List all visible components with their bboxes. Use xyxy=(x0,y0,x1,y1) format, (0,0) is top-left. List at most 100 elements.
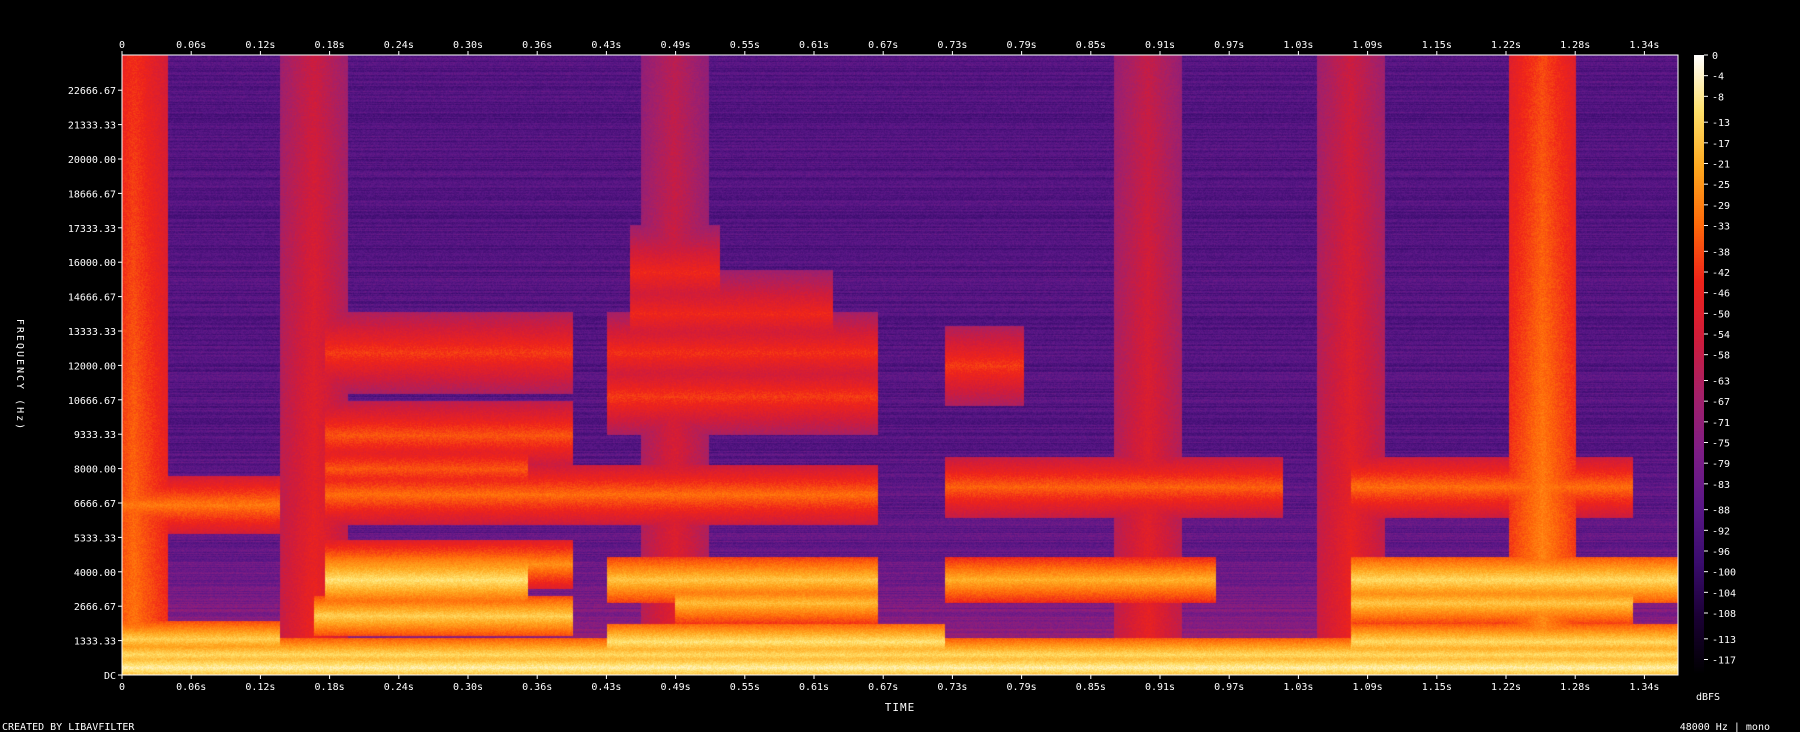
colorbar-tick-label: -88 xyxy=(1712,506,1730,517)
colorbar-tick-label: -38 xyxy=(1712,247,1730,258)
y-tick-label: 1333.33 xyxy=(74,637,116,648)
x-tick-label-bottom: 0.30s xyxy=(453,682,483,693)
x-tick-label-bottom: 0.55s xyxy=(730,682,760,693)
colorbar-tick-label: -21 xyxy=(1712,160,1730,171)
y-tick-label: 2666.67 xyxy=(74,602,116,613)
x-tick-label-top: 0.30s xyxy=(453,40,483,51)
spectrogram-chart: 0 0.06s 0.12s 0.18s 0.24s 0.30s 0.36s 0.43s 0.49… xyxy=(0,0,1800,732)
x-tick-label-bottom: 1.15s xyxy=(1422,682,1452,693)
colorbar xyxy=(1694,55,1704,675)
x-tick-label-bottom: 1.28s xyxy=(1560,682,1590,693)
x-tick-label-bottom: 0.61s xyxy=(799,682,829,693)
x-tick-label-top: 0.43s xyxy=(591,40,621,51)
colorbar-tick-label: -79 xyxy=(1712,459,1730,470)
colorbar-tick-label: -100 xyxy=(1712,568,1736,579)
colorbar-tick-label: -75 xyxy=(1712,439,1730,450)
x-tick-label-top: 0.61s xyxy=(799,40,829,51)
colorbar-tick-label: -113 xyxy=(1712,635,1736,646)
colorbar-tick-label: -92 xyxy=(1712,526,1730,537)
x-tick-label-top: 0.36s xyxy=(522,40,552,51)
y-tick-label: 9333.33 xyxy=(74,430,116,441)
x-tick-label-top: 0.55s xyxy=(730,40,760,51)
colorbar-tick-label: -13 xyxy=(1712,118,1730,129)
x-tick-label-bottom: 0 xyxy=(119,682,125,693)
x-tick-label-bottom: 0.73s xyxy=(937,682,967,693)
x-tick-label-bottom: 1.03s xyxy=(1283,682,1313,693)
colorbar-tick-label: -50 xyxy=(1712,309,1730,320)
colorbar-tick-label: -108 xyxy=(1712,609,1736,620)
y-tick-label: 12000.00 xyxy=(68,361,116,372)
x-tick-label-top: 1.09s xyxy=(1353,40,1383,51)
colorbar-tick-label: -104 xyxy=(1712,588,1736,599)
x-tick-label-top: 0.12s xyxy=(245,40,275,51)
x-tick-label-top: 0.24s xyxy=(384,40,414,51)
x-tick-label-top: 1.34s xyxy=(1629,40,1659,51)
x-tick-label-bottom: 0.91s xyxy=(1145,682,1175,693)
x-tick-label-top: 0.85s xyxy=(1076,40,1106,51)
y-tick-label: 6666.67 xyxy=(74,499,116,510)
colorbar-tick-label: -54 xyxy=(1712,330,1730,341)
x-tick-label-bottom: 0.12s xyxy=(245,682,275,693)
x-tick-label-bottom: 0.43s xyxy=(591,682,621,693)
x-tick-label-top: 0.49s xyxy=(661,40,691,51)
x-tick-label-top: 0.97s xyxy=(1214,40,1244,51)
colorbar-tick-label: -17 xyxy=(1712,139,1730,150)
colorbar-tick-label: -96 xyxy=(1712,547,1730,558)
y-tick-label: DC xyxy=(104,671,116,682)
y-tick-label: 10666.67 xyxy=(68,396,116,407)
colorbar-tick-label: -67 xyxy=(1712,397,1730,408)
x-tick-label-bottom: 0.18s xyxy=(315,682,345,693)
colorbar-tick-label: -83 xyxy=(1712,480,1730,491)
colorbar-tick-label: -33 xyxy=(1712,222,1730,233)
x-tick-label-bottom: 0.85s xyxy=(1076,682,1106,693)
y-axis-label: FREQUENCY (Hz) xyxy=(14,319,25,431)
colorbar-tick-label: -58 xyxy=(1712,351,1730,362)
plot-area xyxy=(122,55,1678,675)
colorbar-tick-label: -71 xyxy=(1712,418,1730,429)
x-tick-label-bottom: 0.97s xyxy=(1214,682,1244,693)
x-tick-label-top: 0.18s xyxy=(315,40,345,51)
x-tick-label-top: 0.67s xyxy=(868,40,898,51)
x-tick-label-bottom: 0.24s xyxy=(384,682,414,693)
colorbar-canvas xyxy=(1694,55,1704,675)
y-tick-label: 4000.00 xyxy=(74,568,116,579)
y-tick-label: 18666.67 xyxy=(68,189,116,200)
colorbar-tick-label: -42 xyxy=(1712,268,1730,279)
colorbar-tick-label: -8 xyxy=(1712,92,1724,103)
colorbar-tick-label: -4 xyxy=(1712,72,1724,83)
x-tick-label-top: 1.03s xyxy=(1283,40,1313,51)
x-tick-label-top: 1.22s xyxy=(1491,40,1521,51)
x-tick-label-top: 0.91s xyxy=(1145,40,1175,51)
y-tick-label: 22666.67 xyxy=(68,86,116,97)
colorbar-tick-label: -25 xyxy=(1712,180,1730,191)
y-tick-label: 20000.00 xyxy=(68,155,116,166)
x-tick-label-bottom: 0.06s xyxy=(176,682,206,693)
colorbar-tick-label: -117 xyxy=(1712,656,1736,667)
x-tick-label-top: 0 xyxy=(119,40,125,51)
x-tick-label-bottom: 0.49s xyxy=(661,682,691,693)
y-tick-label: 16000.00 xyxy=(68,258,116,269)
x-tick-label-top: 0.79s xyxy=(1007,40,1037,51)
x-tick-label-bottom: 0.36s xyxy=(522,682,552,693)
x-tick-label-bottom: 1.34s xyxy=(1629,682,1659,693)
x-tick-label-top: 1.15s xyxy=(1422,40,1452,51)
x-tick-label-top: 1.28s xyxy=(1560,40,1590,51)
x-tick-label-bottom: 0.79s xyxy=(1007,682,1037,693)
colorbar-tick-label: -46 xyxy=(1712,289,1730,300)
x-tick-label-bottom: 1.22s xyxy=(1491,682,1521,693)
y-tick-label: 17333.33 xyxy=(68,224,116,235)
x-axis-label: TIME xyxy=(885,701,916,714)
colorbar-tick-label: 0 xyxy=(1712,51,1718,62)
x-tick-label-top: 0.73s xyxy=(937,40,967,51)
x-tick-label-bottom: 1.09s xyxy=(1353,682,1383,693)
y-tick-label: 14666.67 xyxy=(68,293,116,304)
stream-info-label: 48000 Hz | mono xyxy=(1680,722,1770,732)
y-tick-label: 8000.00 xyxy=(74,465,116,476)
colorbar-tick-label: -29 xyxy=(1712,201,1730,212)
colorbar-label: dBFS xyxy=(1696,692,1720,703)
y-tick-label: 13333.33 xyxy=(68,327,116,338)
y-tick-label: 5333.33 xyxy=(74,533,116,544)
colorbar-tick-label: -63 xyxy=(1712,377,1730,388)
y-tick-label: 21333.33 xyxy=(68,121,116,132)
created-by-label: CREATED BY LIBAVFILTER xyxy=(2,722,135,732)
